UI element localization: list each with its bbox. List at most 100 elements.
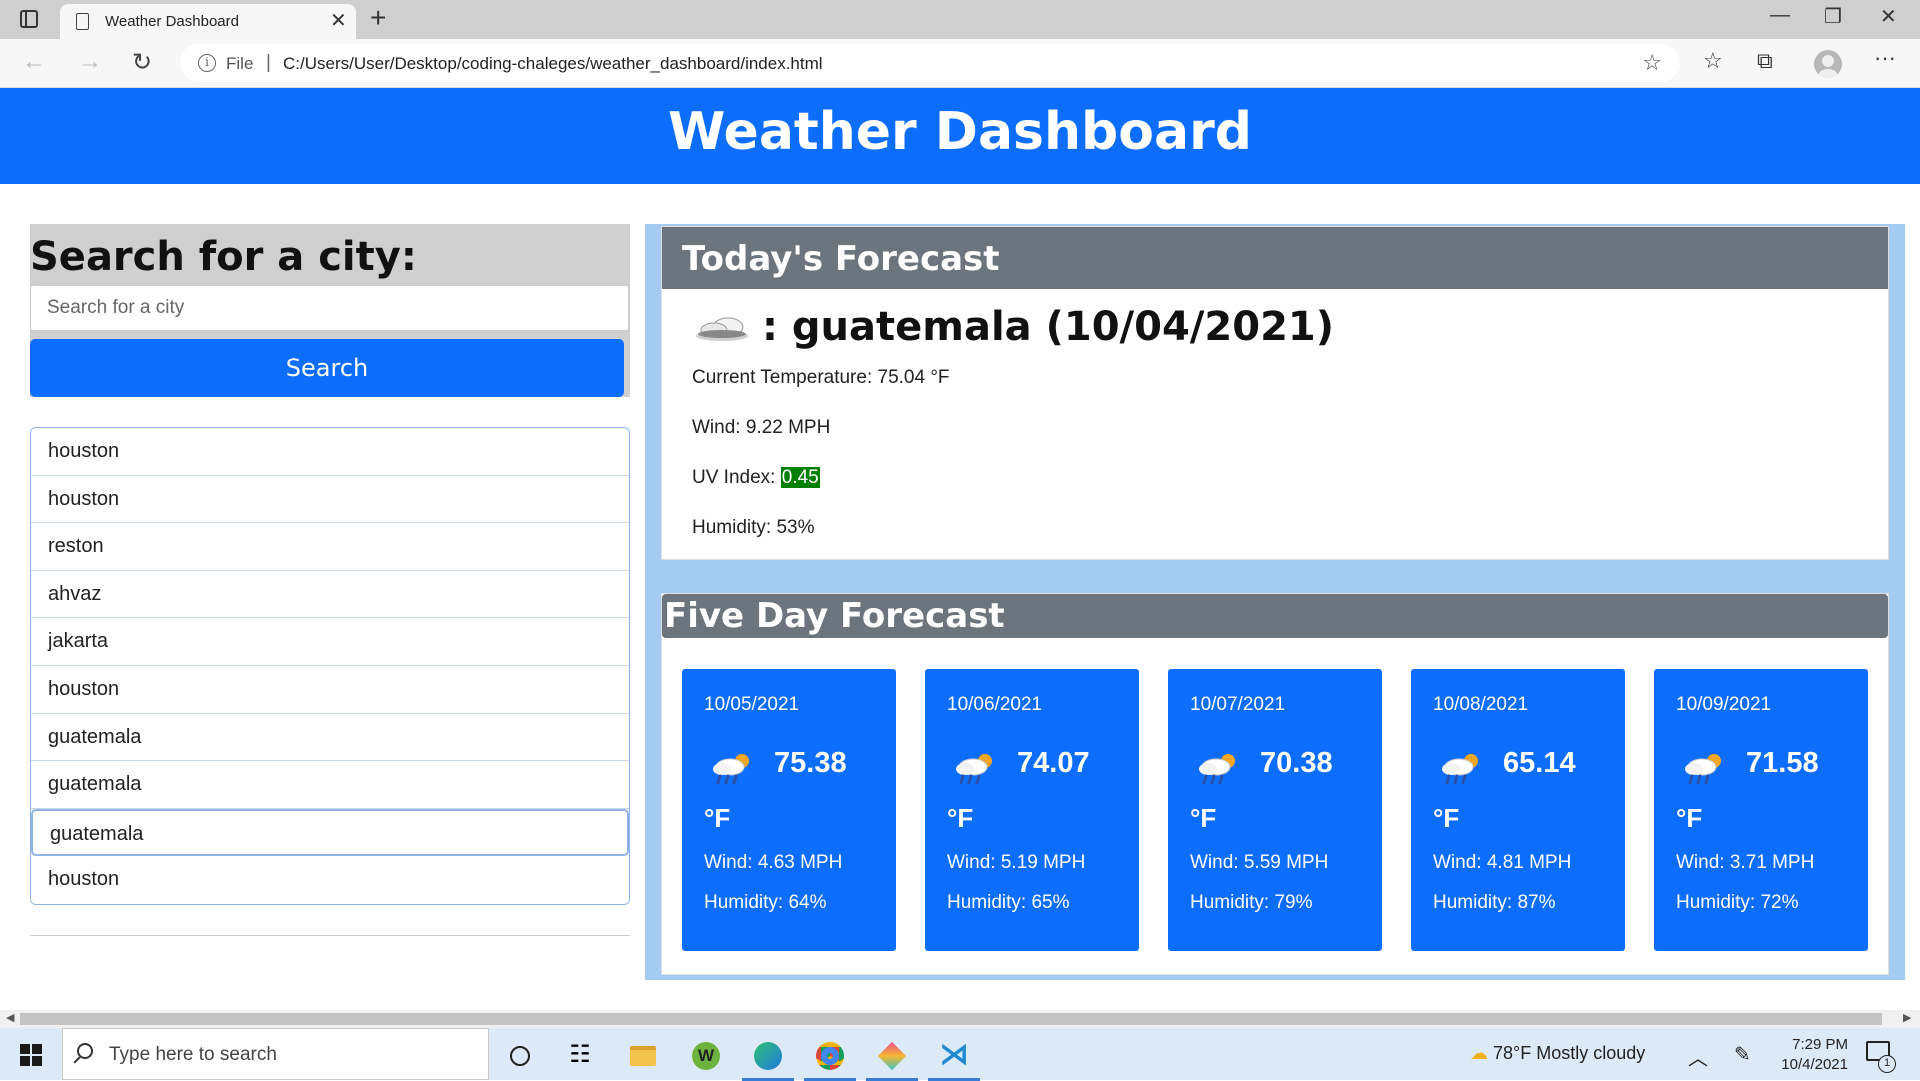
history-item[interactable]: guatemala [31,761,629,809]
forecast-date: 10/05/2021 [704,694,800,715]
forecast-temperature-unit: °F [947,803,974,833]
system-clock[interactable]: 7:29 PM 10/4/2021 [1772,1035,1848,1075]
history-item[interactable]: houston [31,475,629,524]
today-forecast-card: Today's Forecast : guatemala (10/04/2021… [661,226,1889,560]
collections-icon[interactable]: ⧉ [1757,48,1773,74]
forecast-day-card: 10/07/2021 70.38 °F Wind: 5.59 MPH Humidity:… [1168,669,1382,951]
taskbar: Type here to search ☷ W ⋊ ☁ 78°F Mostly … [0,1028,1920,1081]
forecast-temperature: 70.38 [1260,747,1333,779]
search-heading: Search for a city: [30,234,417,280]
forecast-day-card: 10/08/2021 65.14 °F Wind: 4.81 MPH Humidity:… [1411,669,1625,951]
app-diamond-icon[interactable] [866,1038,918,1081]
history-item[interactable]: houston [31,665,629,714]
edge-icon[interactable] [742,1038,794,1081]
tab-actions-icon[interactable] [20,10,38,28]
uv-index-row: UV Index: 0.45 [692,467,820,489]
forecast-temperature-unit: °F [1676,803,1703,833]
windows-start-icon[interactable] [20,1044,42,1066]
cortana-icon[interactable] [502,1038,538,1074]
forward-icon[interactable]: → [78,48,102,76]
minimize-icon[interactable]: — [1770,4,1790,27]
forecast-wind: Wind: 4.63 MPH [704,852,843,873]
new-tab-icon[interactable]: + [370,2,386,34]
forecast-day-card: 10/05/2021 75.38 °F Wind: 4.63 MPH Humidity:… [682,669,896,951]
favorites-icon[interactable]: ☆ [1703,48,1723,74]
five-day-forecast-card: Five Day Forecast 10/05/2021 75.38 °F Wind:… [661,593,1889,975]
close-window-icon[interactable]: ✕ [1880,4,1897,29]
close-tab-icon[interactable]: ✕ [330,8,347,33]
rain-sun-icon [1199,754,1235,785]
taskbar-search-placeholder: Type here to search [109,1044,277,1065]
profile-avatar[interactable] [1814,50,1842,78]
forecast-date: 10/08/2021 [1433,694,1529,715]
rain-sun-icon [1685,754,1721,785]
forecast-date: 10/07/2021 [1190,694,1286,715]
history-item[interactable]: guatemala [31,713,629,762]
forecast-temperature: 71.58 [1746,747,1819,779]
clock-time: 7:29 PM [1792,1036,1848,1053]
city-title: : guatemala (10/04/2021) [762,304,1335,350]
forecast-temperature: 65.14 [1503,747,1576,779]
forecast-temperature: 74.07 [1017,747,1090,779]
history-item-focused[interactable]: guatemala [31,808,629,857]
current-humidity: Humidity: 53% [692,517,815,538]
history-item[interactable]: houston [31,428,629,476]
forecast-wind: Wind: 3.71 MPH [1676,852,1815,873]
divider [30,935,630,936]
history-item[interactable]: ahvaz [31,570,629,619]
scroll-left-icon[interactable]: ◀ [6,1011,14,1024]
page-title: Weather Dashboard [668,102,1252,162]
forecast-wind: Wind: 5.59 MPH [1190,852,1329,873]
notification-count: 1 [1878,1055,1896,1073]
url-scheme-label: File [226,54,254,73]
scrollbar-thumb[interactable] [20,1013,1882,1025]
show-hidden-icons-icon[interactable]: ︿ [1688,1042,1708,1071]
city-search-input[interactable] [30,285,629,331]
rain-sun-icon [956,754,992,785]
more-options-icon[interactable]: ··· [1874,45,1896,71]
page-header: Weather Dashboard [0,88,1920,184]
app-w-icon[interactable]: W [688,1038,724,1074]
rain-sun-icon [713,754,749,785]
vscode-icon[interactable]: ⋊ [928,1038,980,1081]
browser-tab-bar: Weather Dashboard ✕ + — ❐ ✕ [0,0,1920,39]
history-item[interactable]: reston [31,523,629,571]
pen-icon[interactable]: ✎ [1734,1042,1751,1067]
cloudy-weather-icon: ☁ [1470,1043,1488,1063]
scroll-right-icon[interactable]: ▶ [1903,1011,1911,1024]
forecast-panel: Today's Forecast : guatemala (10/04/2021… [645,224,1905,980]
back-icon[interactable]: ← [22,48,46,76]
url-separator: | [266,52,271,73]
chrome-icon[interactable] [804,1038,856,1081]
browser-tab[interactable]: Weather Dashboard ✕ [60,4,356,39]
info-icon[interactable]: i [198,54,216,72]
restore-icon[interactable]: ❐ [1824,4,1842,29]
forecast-temperature: 75.38 [774,747,847,779]
search-icon [77,1043,93,1059]
refresh-icon[interactable]: ↻ [132,48,152,77]
tab-title: Weather Dashboard [105,13,239,30]
forecast-humidity: Humidity: 64% [704,892,827,913]
tray-weather-text: 78°F Mostly cloudy [1493,1043,1646,1063]
taskbar-search[interactable]: Type here to search [62,1028,489,1080]
forecast-wind: Wind: 5.19 MPH [947,852,1086,873]
address-bar[interactable]: i File | C:/Users/User/Desktop/coding-ch… [180,44,1680,82]
file-explorer-icon[interactable] [625,1038,661,1074]
clock-date: 10/4/2021 [1781,1056,1848,1073]
url-text[interactable]: C:/Users/User/Desktop/coding-chaleges/we… [283,54,823,74]
search-button[interactable]: Search [30,339,624,397]
task-view-icon[interactable]: ☷ [562,1038,598,1074]
current-temperature: Current Temperature: 75.04 °F [692,367,950,388]
search-history-list: houston houston reston ahvaz jakarta hou… [30,427,630,905]
forecast-humidity: Humidity: 72% [1676,892,1799,913]
forecast-temperature-unit: °F [704,803,731,833]
history-item[interactable]: houston [31,856,629,904]
horizontal-scrollbar[interactable]: ◀ ▶ [0,1010,1920,1028]
forecast-temperature-unit: °F [1433,803,1460,833]
five-day-heading: Five Day Forecast [662,594,1888,638]
tray-weather[interactable]: ☁ 78°F Mostly cloudy [1470,1043,1645,1064]
add-favorite-icon[interactable]: ☆ [1642,50,1662,76]
history-item[interactable]: jakarta [31,618,629,666]
current-wind: Wind: 9.22 MPH [692,417,831,438]
uv-index-badge: 0.45 [780,467,820,488]
